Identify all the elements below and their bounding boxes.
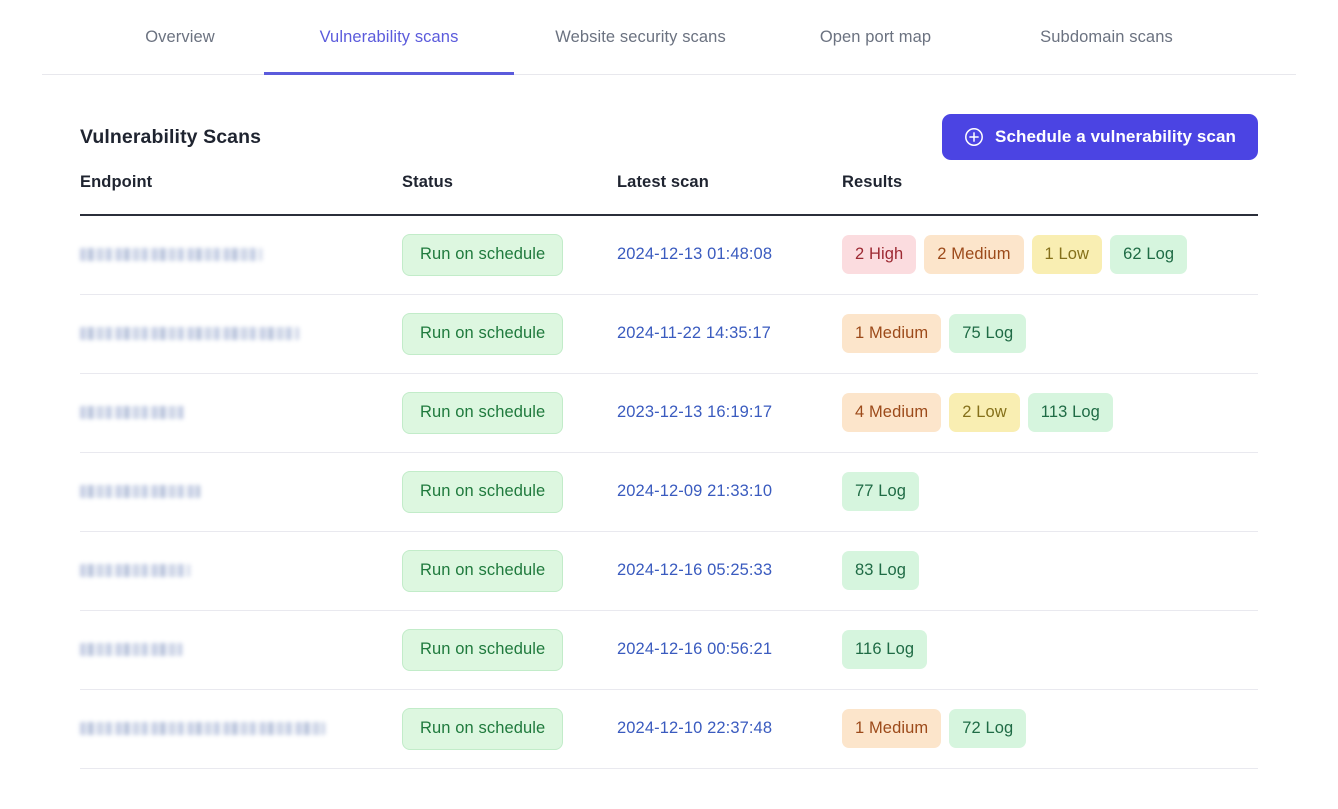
tab-list: Overview Vulnerability scans Website secur…: [0, 0, 1338, 75]
cell-endpoint[interactable]: [80, 689, 402, 769]
redacted-endpoint: [80, 326, 299, 340]
cell-latest-scan: 2024-12-16 00:56:21: [617, 610, 842, 690]
cell-endpoint[interactable]: [80, 610, 402, 690]
vulnerability-scans-table: Endpoint Status Latest scan Results Run …: [80, 173, 1258, 769]
cell-results: 83 Log: [842, 531, 1258, 611]
table-row: Run on schedule 2024-12-16 00:56:21 116 Lo…: [80, 610, 1258, 690]
cell-results: 4 Medium 2 Low 113 Log: [842, 373, 1258, 453]
result-badge-medium[interactable]: 2 Medium: [924, 235, 1024, 275]
cell-latest-scan: 2023-12-13 16:19:17: [617, 373, 842, 453]
tab-website-security-scans[interactable]: Website security scans: [514, 0, 767, 75]
result-badge-log[interactable]: 113 Log: [1027, 393, 1113, 432]
latest-scan-link[interactable]: 2024-12-13 01:48:08: [617, 245, 772, 263]
results-badge-group: 2 High 2 Medium 1 Low 62 Log: [842, 235, 1258, 275]
result-badge-log[interactable]: 75 Log: [949, 314, 1027, 353]
latest-scan-link[interactable]: 2024-12-16 05:25:33: [617, 561, 772, 579]
results-badge-group: 77 Log: [842, 472, 1258, 511]
cell-status: Run on schedule: [402, 294, 617, 374]
latest-scan-link[interactable]: 2024-12-10 22:37:48: [617, 719, 772, 737]
latest-scan-link[interactable]: 2024-12-16 00:56:21: [617, 640, 772, 658]
redacted-endpoint: [80, 563, 190, 577]
column-header-results: Results: [842, 173, 903, 191]
results-badge-group: 83 Log: [842, 551, 1258, 590]
cell-latest-scan: 2024-12-16 05:25:33: [617, 531, 842, 611]
table-row: Run on schedule 2024-12-16 05:25:33 83 Log: [80, 531, 1258, 611]
results-badge-group: 4 Medium 2 Low 113 Log: [842, 393, 1258, 432]
cell-results: 77 Log: [842, 452, 1258, 532]
plus-circle-icon: [964, 127, 984, 147]
cell-results: 2 High 2 Medium 1 Low 62 Log: [842, 215, 1258, 295]
status-badge[interactable]: Run on schedule: [402, 470, 564, 513]
cell-latest-scan: 2024-11-22 14:35:17: [617, 294, 842, 374]
result-badge-log[interactable]: 116 Log: [842, 630, 928, 669]
table-body: Run on schedule 2024-12-13 01:48:08 2 High…: [80, 215, 1258, 769]
cell-endpoint[interactable]: [80, 373, 402, 453]
cell-latest-scan: 2024-12-13 01:48:08: [617, 215, 842, 295]
table-header: Endpoint Status Latest scan Results: [80, 173, 1258, 215]
status-badge[interactable]: Run on schedule: [402, 233, 564, 276]
page-header: Vulnerability Scans Schedule a vulnerabi…: [80, 75, 1258, 173]
cell-endpoint[interactable]: [80, 294, 402, 374]
latest-scan-link[interactable]: 2023-12-13 16:19:17: [617, 403, 772, 421]
result-badge-medium[interactable]: 1 Medium: [842, 709, 942, 748]
result-badge-log[interactable]: 77 Log: [842, 472, 920, 511]
table-row: Run on schedule 2024-12-10 22:37:48 1 Medi…: [80, 689, 1258, 769]
status-badge[interactable]: Run on schedule: [402, 391, 564, 434]
page-content: Vulnerability Scans Schedule a vulnerabi…: [0, 75, 1338, 769]
status-badge[interactable]: Run on schedule: [402, 707, 564, 750]
cell-results: 116 Log: [842, 610, 1258, 690]
schedule-vulnerability-scan-button[interactable]: Schedule a vulnerability scan: [942, 114, 1258, 160]
redacted-endpoint: [80, 484, 200, 498]
cell-results: 1 Medium 75 Log: [842, 294, 1258, 374]
redacted-endpoint: [80, 405, 184, 419]
cell-status: Run on schedule: [402, 215, 617, 295]
cell-status: Run on schedule: [402, 689, 617, 769]
tab-subdomain-scans[interactable]: Subdomain scans: [984, 0, 1229, 75]
tab-overview[interactable]: Overview: [96, 0, 264, 75]
redacted-endpoint: [80, 721, 325, 735]
result-badge-medium[interactable]: 1 Medium: [842, 314, 942, 353]
cell-endpoint[interactable]: [80, 452, 402, 532]
cell-latest-scan: 2024-12-10 22:37:48: [617, 689, 842, 769]
status-badge[interactable]: Run on schedule: [402, 628, 564, 671]
table-row: Run on schedule 2024-12-13 01:48:08 2 High…: [80, 215, 1258, 295]
result-badge-log[interactable]: 62 Log: [1110, 235, 1188, 275]
column-header-latest-scan: Latest scan: [617, 173, 709, 191]
cell-latest-scan: 2024-12-09 21:33:10: [617, 452, 842, 532]
status-badge[interactable]: Run on schedule: [402, 312, 564, 355]
status-badge[interactable]: Run on schedule: [402, 549, 564, 592]
redacted-endpoint: [80, 248, 262, 262]
cell-status: Run on schedule: [402, 531, 617, 611]
result-badge-low[interactable]: 1 Low: [1031, 235, 1103, 275]
tab-open-port-map[interactable]: Open port map: [767, 0, 984, 75]
table-row: Run on schedule 2023-12-13 16:19:17 4 Medi…: [80, 373, 1258, 453]
result-badge-medium[interactable]: 4 Medium: [842, 393, 942, 432]
table-row: Run on schedule 2024-12-09 21:33:10 77 Log: [80, 452, 1258, 532]
cell-status: Run on schedule: [402, 373, 617, 453]
cell-status: Run on schedule: [402, 452, 617, 532]
result-badge-low[interactable]: 2 Low: [949, 393, 1020, 432]
results-badge-group: 116 Log: [842, 630, 1258, 669]
page-title: Vulnerability Scans: [80, 125, 262, 148]
redacted-endpoint: [80, 642, 182, 656]
latest-scan-link[interactable]: 2024-11-22 14:35:17: [617, 324, 771, 342]
results-badge-group: 1 Medium 75 Log: [842, 314, 1258, 353]
result-badge-log[interactable]: 72 Log: [949, 709, 1027, 748]
result-badge-log[interactable]: 83 Log: [842, 551, 920, 590]
schedule-button-label: Schedule a vulnerability scan: [995, 127, 1236, 146]
column-header-endpoint: Endpoint: [80, 173, 153, 191]
latest-scan-link[interactable]: 2024-12-09 21:33:10: [617, 482, 772, 500]
results-badge-group: 1 Medium 72 Log: [842, 709, 1258, 748]
cell-endpoint[interactable]: [80, 215, 402, 295]
tab-vulnerability-scans[interactable]: Vulnerability scans: [264, 0, 514, 75]
cell-results: 1 Medium 72 Log: [842, 689, 1258, 769]
result-badge-high[interactable]: 2 High: [842, 235, 917, 275]
column-header-status: Status: [402, 173, 454, 191]
table-row: Run on schedule 2024-11-22 14:35:17 1 Medi…: [80, 294, 1258, 374]
tab-bar: Overview Vulnerability scans Website secur…: [0, 0, 1338, 75]
table-header-row: Endpoint Status Latest scan Results: [80, 173, 1258, 215]
cell-status: Run on schedule: [402, 610, 617, 690]
cell-endpoint[interactable]: [80, 531, 402, 611]
